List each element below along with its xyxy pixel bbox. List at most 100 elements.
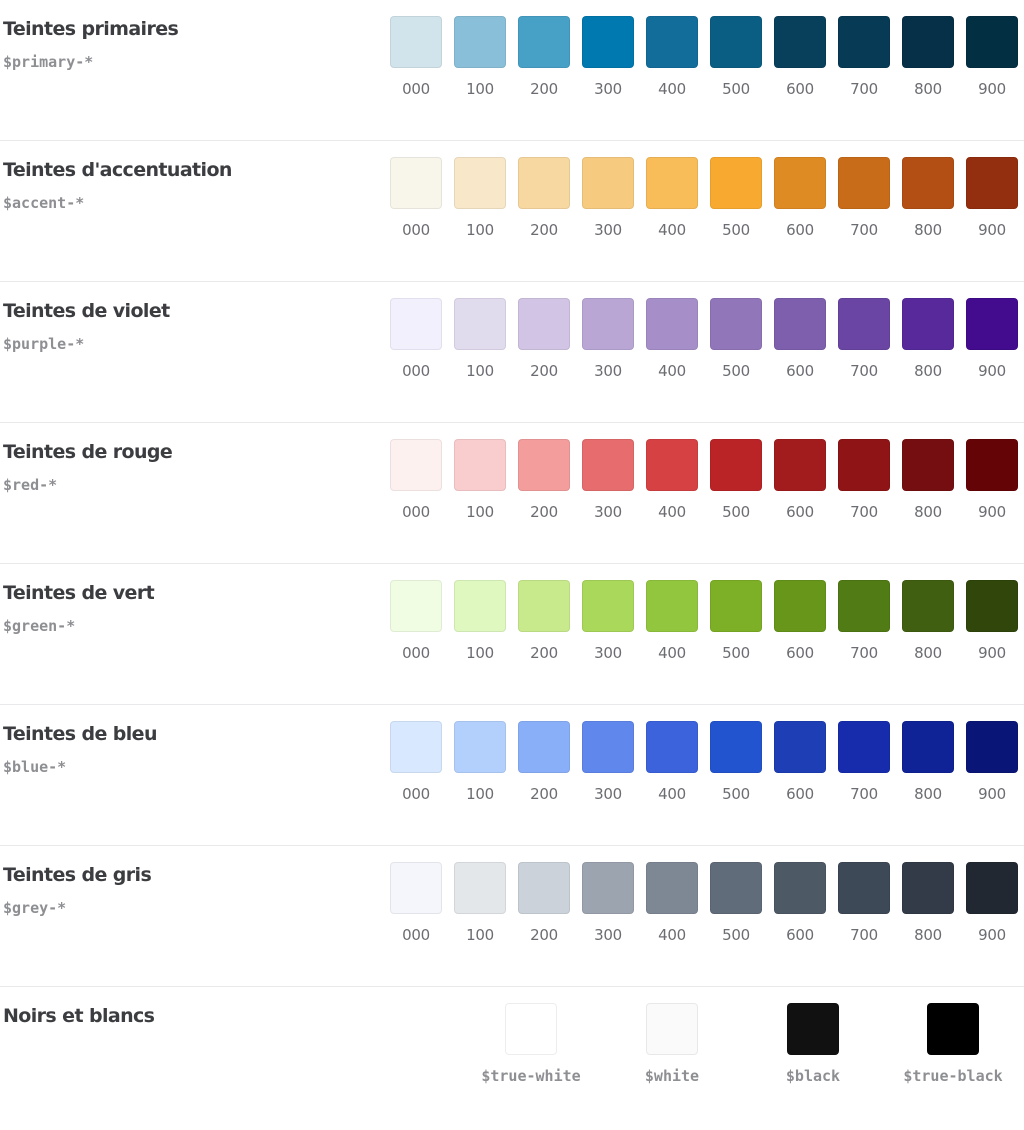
color-swatch[interactable] — [966, 580, 1018, 632]
color-swatch[interactable] — [454, 157, 506, 209]
group-variable: $blue-* — [3, 758, 67, 776]
color-swatch[interactable] — [582, 157, 634, 209]
swatch-item: 000 — [390, 721, 442, 803]
color-swatch[interactable] — [774, 580, 826, 632]
color-swatch[interactable] — [838, 721, 890, 773]
shade-label: 200 — [530, 503, 558, 521]
color-swatch[interactable] — [838, 16, 890, 68]
color-swatch[interactable] — [390, 298, 442, 350]
color-swatch[interactable] — [902, 580, 954, 632]
color-swatch[interactable] — [787, 1003, 839, 1055]
color-group-row: Teintes d'accentuation $accent-* 000 100 200… — [0, 141, 1024, 282]
shade-label: 200 — [530, 362, 558, 380]
swatch-item: 900 — [966, 298, 1018, 380]
color-swatch[interactable] — [710, 580, 762, 632]
color-swatch[interactable] — [710, 721, 762, 773]
swatch-item: 900 — [966, 439, 1018, 521]
color-swatch[interactable] — [966, 157, 1018, 209]
color-swatch[interactable] — [454, 439, 506, 491]
color-swatch[interactable] — [838, 862, 890, 914]
color-swatch[interactable] — [505, 1003, 557, 1055]
color-swatch[interactable] — [838, 580, 890, 632]
color-swatch[interactable] — [710, 439, 762, 491]
color-swatch[interactable] — [774, 721, 826, 773]
color-swatch[interactable] — [646, 721, 698, 773]
color-swatch[interactable] — [582, 721, 634, 773]
shade-label: 600 — [786, 785, 814, 803]
shade-label: 000 — [402, 362, 430, 380]
shade-label: 700 — [850, 221, 878, 239]
color-swatch[interactable] — [454, 580, 506, 632]
color-swatch[interactable] — [518, 157, 570, 209]
color-swatch[interactable] — [902, 298, 954, 350]
swatch-item: 100 — [454, 298, 506, 380]
color-swatch[interactable] — [518, 439, 570, 491]
shade-label: 200 — [530, 785, 558, 803]
shade-label: 700 — [850, 362, 878, 380]
color-swatch[interactable] — [774, 862, 826, 914]
color-swatch[interactable] — [646, 580, 698, 632]
color-swatch[interactable] — [390, 16, 442, 68]
color-swatch[interactable] — [966, 439, 1018, 491]
color-swatch[interactable] — [454, 862, 506, 914]
color-swatch[interactable] — [454, 721, 506, 773]
color-swatch[interactable] — [902, 862, 954, 914]
color-swatch[interactable] — [902, 439, 954, 491]
color-swatch[interactable] — [774, 16, 826, 68]
shade-label: 800 — [914, 362, 942, 380]
swatch-item: 200 — [518, 580, 570, 662]
color-swatch[interactable] — [646, 157, 698, 209]
color-swatch[interactable] — [646, 16, 698, 68]
color-swatch[interactable] — [582, 16, 634, 68]
color-swatch[interactable] — [582, 298, 634, 350]
color-swatch[interactable] — [390, 580, 442, 632]
swatch-item: 600 — [774, 298, 826, 380]
color-group-row: Teintes de violet $purple-* 000 100 200 300 40… — [0, 282, 1024, 423]
color-swatch[interactable] — [646, 298, 698, 350]
color-swatch[interactable] — [518, 580, 570, 632]
color-swatch[interactable] — [390, 439, 442, 491]
color-swatch[interactable] — [710, 157, 762, 209]
color-swatch[interactable] — [518, 16, 570, 68]
color-swatch[interactable] — [390, 862, 442, 914]
color-swatch[interactable] — [646, 439, 698, 491]
color-swatch[interactable] — [710, 862, 762, 914]
color-swatch[interactable] — [838, 439, 890, 491]
swatch-item: 400 — [646, 580, 698, 662]
color-swatch[interactable] — [902, 157, 954, 209]
color-swatch[interactable] — [390, 721, 442, 773]
shade-label: 000 — [402, 503, 430, 521]
color-swatch[interactable] — [774, 298, 826, 350]
color-swatch[interactable] — [838, 298, 890, 350]
color-swatch[interactable] — [710, 16, 762, 68]
color-swatch[interactable] — [902, 721, 954, 773]
color-swatch[interactable] — [774, 439, 826, 491]
color-swatch[interactable] — [646, 862, 698, 914]
color-swatch[interactable] — [518, 298, 570, 350]
color-swatch[interactable] — [927, 1003, 979, 1055]
swatch-item: 800 — [902, 862, 954, 944]
color-swatch[interactable] — [518, 721, 570, 773]
color-swatch[interactable] — [390, 157, 442, 209]
shade-label: 100 — [466, 80, 494, 98]
color-swatch[interactable] — [518, 862, 570, 914]
color-swatch[interactable] — [966, 16, 1018, 68]
shade-label: 700 — [850, 785, 878, 803]
color-swatch[interactable] — [838, 157, 890, 209]
color-swatch[interactable] — [966, 862, 1018, 914]
color-swatch[interactable] — [966, 721, 1018, 773]
shade-label: 300 — [594, 644, 622, 662]
shade-label: 100 — [466, 644, 494, 662]
color-swatch[interactable] — [710, 298, 762, 350]
color-swatch[interactable] — [582, 580, 634, 632]
color-swatch[interactable] — [966, 298, 1018, 350]
color-swatch[interactable] — [774, 157, 826, 209]
shade-label: 800 — [914, 926, 942, 944]
color-swatch[interactable] — [646, 1003, 698, 1055]
color-swatch[interactable] — [454, 298, 506, 350]
shade-label: 600 — [786, 926, 814, 944]
color-swatch[interactable] — [582, 439, 634, 491]
color-swatch[interactable] — [902, 16, 954, 68]
color-swatch[interactable] — [582, 862, 634, 914]
color-swatch[interactable] — [454, 16, 506, 68]
